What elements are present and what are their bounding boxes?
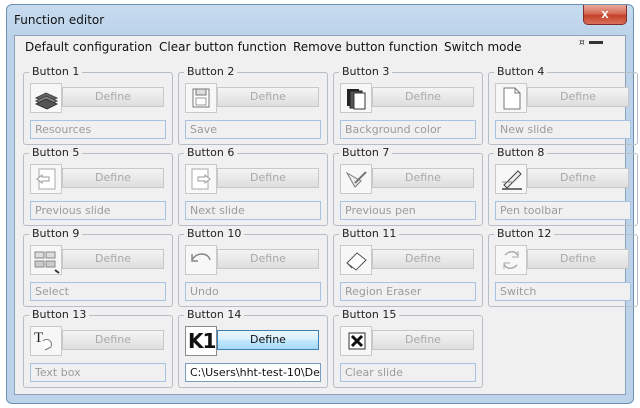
button-8-group: Button 8 Define Pen toolbar [488,146,638,226]
button-5-function-field[interactable]: Previous slide [30,201,166,220]
button-1-group: Button 1 Define Resources [23,65,173,145]
button-7-group: Button 7 Define Previous pen [333,146,483,226]
pen-toolbar-icon [495,164,527,194]
menu-bar: Default configuration Clear button funct… [15,36,625,58]
menu-clear-button-function[interactable]: Clear button function [159,40,287,54]
editor-client-area: Default configuration Clear button funct… [14,35,638,395]
button-9-function-field[interactable]: Select [30,282,166,301]
button-13-function-field[interactable]: Text box [30,363,166,382]
icon-text: K1 [188,329,216,353]
button-5-group: Button 5 Define Previous slide [23,146,173,226]
button-15-label: Button 15 [339,308,400,322]
switch-icon [495,245,527,275]
function-editor-window: Function editor x Default configuration … [6,4,638,404]
button-3-define-button[interactable]: Define [372,87,474,107]
button-5-label: Button 5 [29,146,83,160]
button-6-define-button[interactable]: Define [217,168,319,188]
button-12-define-button[interactable]: Define [527,249,629,269]
button-9-define-button[interactable]: Define [62,249,164,269]
background-color-icon [340,83,372,113]
button-3-label: Button 3 [339,65,393,79]
button-11-function-field[interactable]: Region Eraser [340,282,476,301]
previous-pen-icon [340,164,372,194]
button-8-function-field[interactable]: Pen toolbar [495,201,631,220]
button-9-group: Button 9 Define Select [23,227,173,307]
button-10-group: Button 10 Define Undo [178,227,328,307]
button-4-function-field[interactable]: New slide [495,120,631,139]
button-3-function-field[interactable]: Background color [340,120,476,139]
button-7-label: Button 7 [339,146,393,160]
window-title: Function editor [14,13,105,27]
resources-books-icon [30,83,62,113]
button-12-group: Button 12 Define Switch [488,227,638,307]
button-6-label: Button 6 [184,146,238,160]
button-4-label: Button 4 [494,65,548,79]
button-3-group: Button 3 Define Background color [333,65,483,145]
button-11-define-button[interactable]: Define [372,249,474,269]
button-13-label: Button 13 [29,308,90,322]
undo-icon [185,245,217,275]
button-7-function-field[interactable]: Previous pen [340,201,476,220]
button-11-group: Button 11 Define Region Eraser [333,227,483,307]
button-15-group: Button 15 Define Clear slide [333,308,483,388]
button-5-define-button[interactable]: Define [62,168,164,188]
text-box-icon: T [30,326,62,356]
new-slide-icon [495,83,527,113]
close-button[interactable]: x [583,5,627,25]
button-7-define-button[interactable]: Define [372,168,474,188]
next-slide-icon [185,164,217,194]
close-icon: x [601,6,609,21]
menu-switch-mode[interactable]: Switch mode [444,40,522,54]
button-14-define-button[interactable]: Define [217,330,319,350]
button-15-function-field[interactable]: Clear slide [340,363,476,382]
button-6-function-field[interactable]: Next slide [185,201,321,220]
button-12-label: Button 12 [494,227,555,241]
menu-default-configuration[interactable]: Default configuration [25,40,152,54]
button-13-group: Button 13 T Define Text box [23,308,173,388]
button-1-function-field[interactable]: Resources [30,120,166,139]
menu-overflow-icon[interactable]: ¤ [579,38,603,48]
button-9-label: Button 9 [29,227,83,241]
button-2-label: Button 2 [184,65,238,79]
select-icon [30,245,62,275]
button-6-group: Button 6 Define Next slide [178,146,328,226]
button-1-define-button[interactable]: Define [62,87,164,107]
button-14-group: Button 14 K1 Define C:\Users\hht-test-10\De… [178,308,328,388]
button-12-function-field[interactable]: Switch [495,282,631,301]
button-8-label: Button 8 [494,146,548,160]
button-15-define-button[interactable]: Define [372,330,474,350]
button-4-group: Button 4 Define New slide [488,65,638,145]
button-11-label: Button 11 [339,227,400,241]
button-8-define-button[interactable]: Define [527,168,629,188]
button-14-function-field[interactable]: C:\Users\hht-test-10\Des [185,363,321,382]
button-10-label: Button 10 [184,227,245,241]
svg-text:T: T [34,330,43,346]
button-10-define-button[interactable]: Define [217,249,319,269]
k1-key-icon: K1 [185,326,217,356]
button-1-label: Button 1 [29,65,83,79]
previous-slide-icon [30,164,62,194]
save-floppy-icon [185,83,217,113]
button-10-function-field[interactable]: Undo [185,282,321,301]
button-2-define-button[interactable]: Define [217,87,319,107]
button-4-define-button[interactable]: Define [527,87,629,107]
title-bar[interactable]: Function editor x [7,5,633,35]
menu-remove-button-function[interactable]: Remove button function [293,40,438,54]
button-2-group: Button 2 Define Save [178,65,328,145]
region-eraser-icon [340,245,372,275]
button-2-function-field[interactable]: Save [185,120,321,139]
button-13-define-button[interactable]: Define [62,330,164,350]
button-14-label: Button 14 [184,308,245,322]
clear-slide-icon [340,326,372,356]
